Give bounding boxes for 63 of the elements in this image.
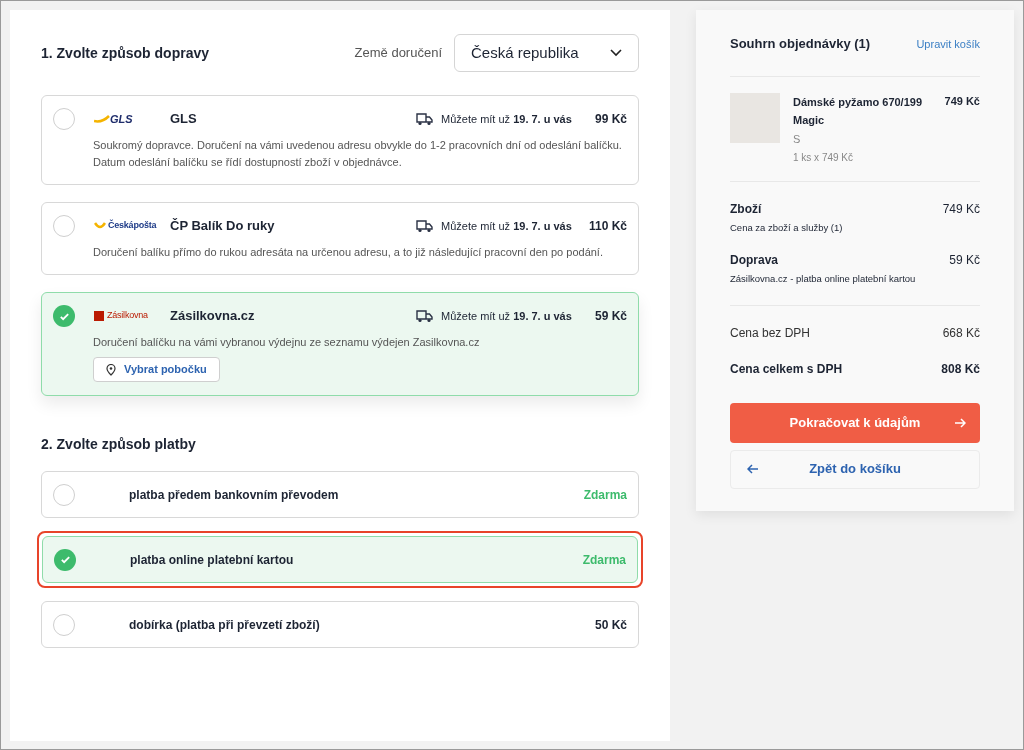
payment-price: Zdarma xyxy=(582,551,626,569)
back-to-cart-button[interactable]: Zpět do košíku xyxy=(730,449,980,489)
payment-option[interactable]: platba předem bankovním převodem Zdarma xyxy=(41,471,639,518)
total-label: Cena celkem s DPH xyxy=(730,360,843,378)
summary-sublabel: Cena za zboží a služby (1) xyxy=(730,221,843,235)
shipping-price: 59 Kč xyxy=(594,308,627,325)
shipping-description: Doručení balíku přímo do rukou adresáta na určenou adresu, a to již následující pracovní den po podání. xyxy=(93,245,604,260)
edit-cart-link[interactable]: Upravit košík xyxy=(916,35,980,52)
map-pin-icon xyxy=(106,363,116,376)
truck-icon xyxy=(416,219,433,233)
radio-button[interactable] xyxy=(53,215,75,237)
carrier-name: Zásilkovna.cz xyxy=(170,307,256,326)
shipping-option[interactable]: Českápošta ČP Balík Do ruky Můžete mít už 19. 7. u vás 110 Kč Doručení balíku přímo do rukou adresáta na určenou adresu, a to již následující pracovní den po podání. xyxy=(41,202,639,275)
truck-icon xyxy=(416,112,433,126)
summary-value: 59 Kč xyxy=(949,252,980,270)
shipping-description: Doručení balíčku na vámi vybranou výdejnu ze seznamu výdejen Zasilkovna.cz xyxy=(93,335,481,350)
carrier-logo: GLS xyxy=(94,110,164,128)
product-quantity: 1 ks x 749 Kč xyxy=(793,151,855,165)
shipping-price: 99 Kč xyxy=(594,111,627,128)
choose-branch-button[interactable]: Vybrat pobočku xyxy=(93,357,220,382)
payment-option[interactable]: platba online platební kartou Zdarma xyxy=(42,536,638,583)
shipping-option[interactable]: Zásilkovna Zásilkovna.cz Můžete mít už 19. 7. u vás 59 Kč Doručení balíčku na vámi vybranou výdejnu ze seznamu výdejen Zasilkovna.cz Vybrat pobočku xyxy=(41,292,639,396)
arrow-right-icon xyxy=(954,417,966,428)
radio-button[interactable] xyxy=(53,305,75,327)
radio-button[interactable] xyxy=(53,483,75,506)
chevron-down-icon xyxy=(610,49,622,57)
carrier-logo: Českápošta xyxy=(94,219,164,233)
carrier-name: ČP Balík Do ruky xyxy=(170,217,276,236)
summary-title: Souhrn objednávky (1) xyxy=(730,35,871,53)
payment-name: dobírka (platba při převzetí zboží) xyxy=(129,616,320,634)
shipping-price: 110 Kč xyxy=(588,218,627,235)
payment-price: 50 Kč xyxy=(594,616,627,634)
carrier-name: GLS xyxy=(170,110,198,129)
carrier-logo: Zásilkovna xyxy=(94,309,164,323)
delivery-date: Můžete mít už 19. 7. u vás xyxy=(441,111,572,127)
section-heading: 2. Zvolte způsob platby xyxy=(41,435,197,454)
total-label: Cena bez DPH xyxy=(730,324,811,342)
delivery-date: Můžete mít už 19. 7. u vás xyxy=(441,308,572,324)
summary-label: Doprava xyxy=(730,252,780,270)
payment-option[interactable]: dobírka (platba při převzetí zboží) 50 Kč xyxy=(41,601,639,648)
payment-name: platba online platební kartou xyxy=(130,551,294,569)
summary-label: Zboží xyxy=(730,201,763,218)
product-price: 749 Kč xyxy=(944,93,980,109)
country-label: Země doručení xyxy=(354,44,442,63)
product-size: S xyxy=(793,131,802,147)
product-name: Dámské pyžamo 670/199 Magic xyxy=(793,94,924,128)
total-value: 668 Kč xyxy=(942,324,980,342)
total-value: 808 Kč xyxy=(941,360,980,378)
radio-button[interactable] xyxy=(54,548,76,571)
shipping-description: Soukromý dopravce. Doručení na vámi uvedenou adresu obvykle do 1-2 pracovních dní od odeslání balíčku. Datum odeslání balíčku se řídí dostupností zboží v objednávce. xyxy=(93,138,623,170)
shipping-option[interactable] xyxy=(41,95,639,185)
radio-button[interactable] xyxy=(53,613,75,636)
check-icon xyxy=(59,554,71,565)
delivery-date: Můžete mít už 19. 7. u vás xyxy=(441,218,572,234)
country-select[interactable]: Česká republika xyxy=(454,34,639,72)
payment-name: platba předem bankovním převodem xyxy=(129,486,339,504)
payment-price: Zdarma xyxy=(583,486,627,504)
summary-sublabel: Zásilkovna.cz - platba online platební kartou xyxy=(730,272,916,287)
radio-button[interactable] xyxy=(53,108,75,130)
truck-icon xyxy=(416,309,433,323)
summary-value: 749 Kč xyxy=(942,201,980,218)
section-heading: 1. Zvolte způsob dopravy xyxy=(41,43,210,63)
arrow-left-icon xyxy=(747,464,759,474)
